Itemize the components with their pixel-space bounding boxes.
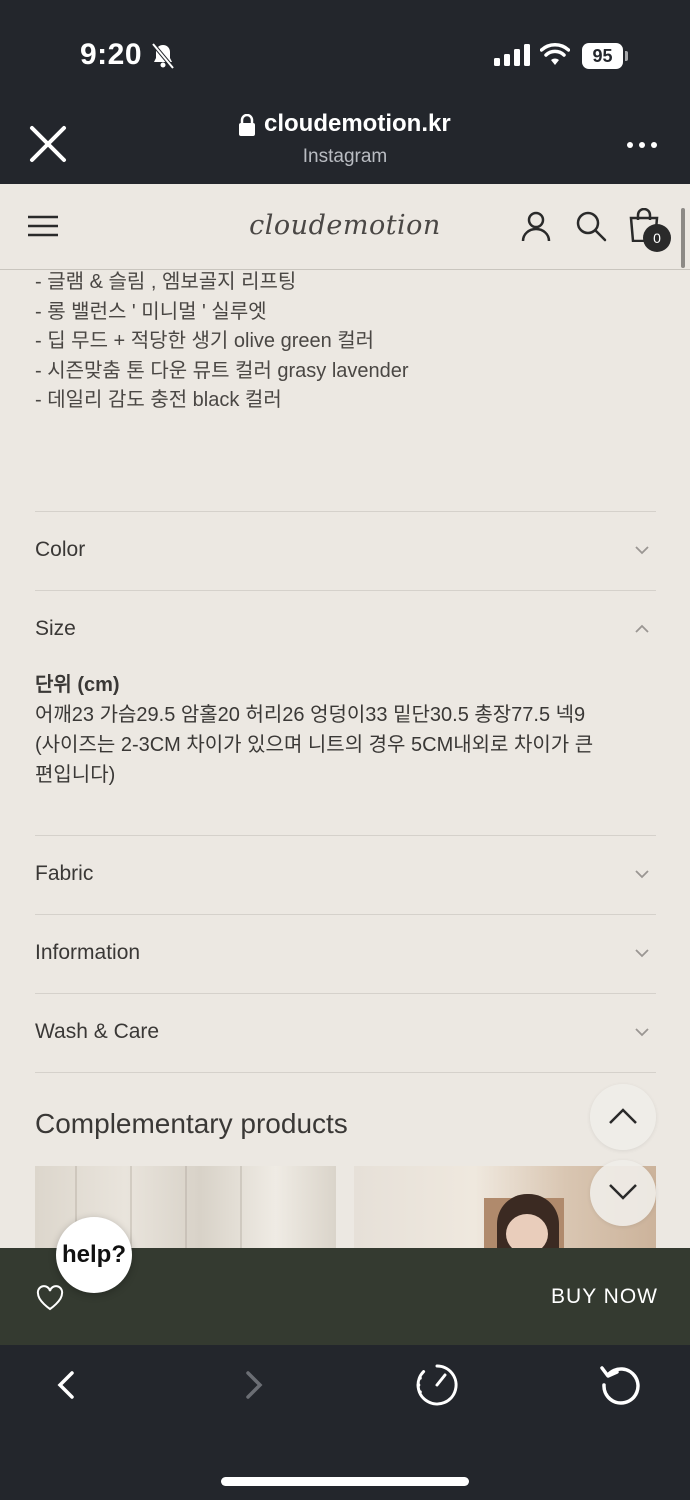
browser-toolbar [0,1345,690,1500]
description-line: - 글램 & 슬림 , 엠보골지 리프팅 [35,271,297,293]
site-header: cloudemotion [0,184,690,270]
size-note: 편입니다) [35,764,116,786]
search-icon[interactable] [575,210,607,242]
scrollbar[interactable] [681,208,685,268]
complementary-title: Complementary products [35,1108,348,1139]
heart-icon[interactable] [36,1285,64,1311]
chevron-down-icon [635,870,649,879]
chevron-down-icon [635,1028,649,1037]
back-icon[interactable] [52,1367,80,1403]
cellular-signal-icon [494,44,530,66]
status-time: 9:20 [80,38,143,71]
scroll-to-bottom-button[interactable] [590,1160,656,1226]
accordion-wash-care[interactable]: Wash & Care [35,993,656,1072]
chevron-up-icon [609,1108,637,1124]
reload-icon[interactable] [598,1363,644,1407]
accordion-fabric[interactable]: Fabric [35,835,656,914]
browser-header: 9:20 95 cloudemotion.kr Instagram [0,0,690,184]
help-chat-button[interactable]: help? [56,1217,132,1293]
chevron-down-icon [635,546,649,555]
size-measurements: 어깨23 가슴29.5 암홀20 허리26 엉덩이33 밑단30.5 총장77.… [35,704,586,726]
accordion-label: Fabric [35,862,94,885]
battery-icon: 95 [582,43,628,69]
accordion-label: Size [35,617,76,640]
description-line: - 시즌맞춤 톤 다운 뮤트 컬러 grasy lavender [35,359,409,382]
accordion-information[interactable]: Information [35,914,656,993]
wifi-icon [540,43,570,65]
product-description: - 글램 & 슬림 , 엠보골지 리프팅 - 롱 밸런스 ' 미니멀 ' 실루엣… [35,268,409,416]
cart-count-badge: 0 [643,224,671,252]
buy-now-button[interactable]: BUY NOW [551,1285,658,1309]
battery-level: 95 [582,43,623,69]
page-domain: cloudemotion.kr [264,110,451,137]
accordion-label: Wash & Care [35,1020,160,1043]
accordion-color[interactable]: Color [35,511,656,590]
home-indicator[interactable] [221,1477,469,1486]
more-options-icon[interactable] [626,140,658,150]
description-line: - 데일리 감도 충전 black 컬러 [35,389,282,411]
forward-icon[interactable] [240,1367,268,1403]
account-icon[interactable] [520,210,552,242]
description-line: - 롱 밸런스 ' 미니멀 ' 실루엣 [35,300,267,323]
chevron-up-icon [635,624,649,633]
chevron-down-icon [635,949,649,958]
bell-muted-icon [151,42,175,70]
size-unit: 단위 (cm) [35,674,120,696]
description-line: - 딥 무드 + 적당한 생기 olive green 컬러 [35,330,375,352]
divider [35,1072,656,1073]
referrer-source: Instagram [302,146,388,167]
scroll-to-top-button[interactable] [590,1084,656,1150]
chevron-down-icon [609,1184,637,1200]
lock-icon [239,114,255,136]
accordion-label: Color [35,538,86,561]
speedometer-icon[interactable] [414,1362,460,1408]
accordion-size[interactable]: Size [35,590,656,670]
size-details: 단위 (cm) 어깨23 가슴29.5 암홀20 허리26 엉덩이33 밑단30… [35,670,656,790]
size-note: (사이즈는 2-3CM 차이가 있으며 니트의 경우 5CM내외로 차이가 큰 [35,734,594,756]
accordion-label: Information [35,941,141,964]
